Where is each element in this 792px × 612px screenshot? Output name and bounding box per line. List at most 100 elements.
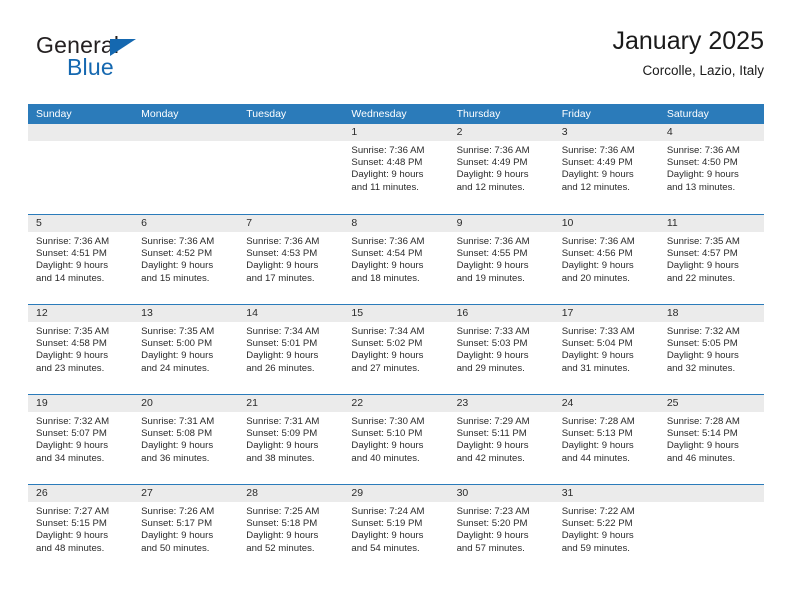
calendar-week-row: 26 Sunrise: 7:27 AM Sunset: 5:15 PM Dayligh… xyxy=(28,484,764,574)
day-details: Sunrise: 7:33 AM Sunset: 5:03 PM Daylight:… xyxy=(449,322,554,375)
day-details: Sunrise: 7:30 AM Sunset: 5:10 PM Daylight:… xyxy=(343,412,448,465)
day-detail-line: Sunset: 4:50 PM xyxy=(666,157,738,169)
day-detail-line: Daylight: 9 hours xyxy=(561,350,634,362)
day-detail-line: Sunrise: 7:30 AM xyxy=(351,416,425,427)
day-detail-line: Daylight: 9 hours xyxy=(561,440,634,452)
day-detail-line: Sunrise: 7:27 AM xyxy=(36,506,110,517)
day-cell-13[interactable]: 13 Sunrise: 7:35 AM Sunset: 5:00 PM Dayligh… xyxy=(133,305,239,394)
day-number: 8 xyxy=(343,215,449,232)
day-cell-6[interactable]: 6 Sunrise: 7:36 AM Sunset: 4:52 PM Daylight… xyxy=(133,215,239,304)
day-details: Sunrise: 7:26 AM Sunset: 5:17 PM Daylight:… xyxy=(133,502,238,555)
day-cell-30[interactable]: 30 Sunrise: 7:23 AM Sunset: 5:20 PM Dayligh… xyxy=(448,485,554,574)
day-number: 25 xyxy=(658,395,764,412)
day-detail-line: and 48 minutes. xyxy=(36,542,105,554)
day-number: 27 xyxy=(133,485,239,502)
day-detail-line: Sunset: 5:15 PM xyxy=(36,518,107,530)
day-detail-line: Daylight: 9 hours xyxy=(351,260,424,272)
day-cell-2[interactable]: 2 Sunrise: 7:36 AM Sunset: 4:49 PM Daylight… xyxy=(448,124,554,214)
day-detail-line: Daylight: 9 hours xyxy=(36,440,108,452)
day-detail-line: Sunrise: 7:35 AM xyxy=(666,236,740,247)
weekday-header-thursday: Thursday xyxy=(456,108,501,120)
day-cell-28[interactable]: 28 Sunrise: 7:25 AM Sunset: 5:18 PM Dayligh… xyxy=(238,485,344,574)
day-detail-line: and 59 minutes. xyxy=(561,542,630,554)
day-details: Sunrise: 7:24 AM Sunset: 5:19 PM Daylight:… xyxy=(343,502,448,555)
day-detail-line: and 36 minutes. xyxy=(141,452,210,464)
day-detail-line: Daylight: 9 hours xyxy=(351,350,424,362)
day-detail-line: Daylight: 9 hours xyxy=(666,260,739,272)
day-cell-empty xyxy=(28,124,134,214)
day-detail-line: Daylight: 9 hours xyxy=(456,260,529,272)
day-cell-8[interactable]: 8 Sunrise: 7:36 AM Sunset: 4:54 PM Daylight… xyxy=(343,215,449,304)
day-cell-21[interactable]: 21 Sunrise: 7:31 AM Sunset: 5:09 PM Dayligh… xyxy=(238,395,344,484)
day-cell-7[interactable]: 7 Sunrise: 7:36 AM Sunset: 4:53 PM Daylight… xyxy=(238,215,344,304)
day-cell-12[interactable]: 12 Sunrise: 7:35 AM Sunset: 4:58 PM Dayligh… xyxy=(28,305,134,394)
day-detail-line: Sunset: 5:22 PM xyxy=(561,518,633,530)
day-details: Sunrise: 7:33 AM Sunset: 5:04 PM Daylight:… xyxy=(554,322,659,375)
day-cell-9[interactable]: 9 Sunrise: 7:36 AM Sunset: 4:55 PM Daylight… xyxy=(448,215,554,304)
day-detail-line: Sunrise: 7:31 AM xyxy=(141,416,215,427)
day-cell-empty xyxy=(238,124,344,214)
day-cell-3[interactable]: 3 Sunrise: 7:36 AM Sunset: 4:49 PM Daylight… xyxy=(553,124,659,214)
day-cell-19[interactable]: 19 Sunrise: 7:32 AM Sunset: 5:07 PM Dayligh… xyxy=(28,395,134,484)
calendar-week-row: 5 Sunrise: 7:36 AM Sunset: 4:51 PM Daylight… xyxy=(28,214,764,304)
day-detail-line: Sunset: 5:03 PM xyxy=(456,338,528,350)
day-detail-line: Daylight: 9 hours xyxy=(36,260,108,272)
day-detail-line: Sunrise: 7:29 AM xyxy=(456,416,530,427)
day-number: 3 xyxy=(553,124,659,141)
day-detail-line: Daylight: 9 hours xyxy=(141,530,214,542)
day-details: Sunrise: 7:34 AM Sunset: 5:01 PM Daylight:… xyxy=(238,322,343,375)
day-detail-line: Sunset: 5:01 PM xyxy=(246,338,318,350)
day-detail-line: Sunrise: 7:26 AM xyxy=(141,506,215,517)
weekday-header-saturday: Saturday xyxy=(666,108,709,120)
day-cell-11[interactable]: 11 Sunrise: 7:35 AM Sunset: 4:57 PM Dayligh… xyxy=(658,215,764,304)
calendar-week-row: 19 Sunrise: 7:32 AM Sunset: 5:07 PM Dayligh… xyxy=(28,394,764,484)
weekday-header-friday: Friday xyxy=(561,108,591,120)
day-detail-line: Daylight: 9 hours xyxy=(246,440,319,452)
day-cell-14[interactable]: 14 Sunrise: 7:34 AM Sunset: 5:01 PM Dayligh… xyxy=(238,305,344,394)
day-detail-line: Daylight: 9 hours xyxy=(351,169,424,181)
day-number: 20 xyxy=(133,395,239,412)
day-cell-15[interactable]: 15 Sunrise: 7:34 AM Sunset: 5:02 PM Dayligh… xyxy=(343,305,449,394)
day-number: 29 xyxy=(343,485,449,502)
day-number: 21 xyxy=(238,395,344,412)
day-cell-5[interactable]: 5 Sunrise: 7:36 AM Sunset: 4:51 PM Daylight… xyxy=(28,215,134,304)
day-cell-10[interactable]: 10 Sunrise: 7:36 AM Sunset: 4:56 PM Dayligh… xyxy=(553,215,659,304)
day-detail-line: Sunset: 4:52 PM xyxy=(141,248,213,260)
day-cell-27[interactable]: 27 Sunrise: 7:26 AM Sunset: 5:17 PM Dayligh… xyxy=(133,485,239,574)
day-cell-16[interactable]: 16 Sunrise: 7:33 AM Sunset: 5:03 PM Dayligh… xyxy=(448,305,554,394)
day-detail-line: Daylight: 9 hours xyxy=(246,350,319,362)
day-number: 7 xyxy=(238,215,344,232)
day-cell-1[interactable]: 1 Sunrise: 7:36 AM Sunset: 4:48 PM Daylight… xyxy=(343,124,449,214)
day-detail-line: Sunrise: 7:34 AM xyxy=(246,326,320,337)
day-cell-17[interactable]: 17 Sunrise: 7:33 AM Sunset: 5:04 PM Dayligh… xyxy=(553,305,659,394)
day-cell-24[interactable]: 24 Sunrise: 7:28 AM Sunset: 5:13 PM Dayligh… xyxy=(553,395,659,484)
day-detail-line: Sunset: 5:07 PM xyxy=(36,428,107,440)
weekday-header-tuesday: Tuesday xyxy=(246,108,287,120)
day-cell-25[interactable]: 25 Sunrise: 7:28 AM Sunset: 5:14 PM Dayligh… xyxy=(658,395,764,484)
day-number: 1 xyxy=(343,124,449,141)
day-detail-line: Sunset: 5:19 PM xyxy=(351,518,423,530)
day-cell-20[interactable]: 20 Sunrise: 7:31 AM Sunset: 5:08 PM Dayligh… xyxy=(133,395,239,484)
day-cell-4[interactable]: 4 Sunrise: 7:36 AM Sunset: 4:50 PM Daylight… xyxy=(658,124,764,214)
day-cell-23[interactable]: 23 Sunrise: 7:29 AM Sunset: 5:11 PM Dayligh… xyxy=(448,395,554,484)
day-number: 17 xyxy=(553,305,659,322)
day-cell-29[interactable]: 29 Sunrise: 7:24 AM Sunset: 5:19 PM Dayligh… xyxy=(343,485,449,574)
day-details: Sunrise: 7:23 AM Sunset: 5:20 PM Daylight:… xyxy=(449,502,554,555)
day-detail-line: Daylight: 9 hours xyxy=(36,350,108,362)
day-details: Sunrise: 7:36 AM Sunset: 4:48 PM Daylight:… xyxy=(343,141,448,194)
day-cell-18[interactable]: 18 Sunrise: 7:32 AM Sunset: 5:05 PM Dayligh… xyxy=(658,305,764,394)
day-detail-line: Sunrise: 7:24 AM xyxy=(351,506,425,517)
day-cell-22[interactable]: 22 Sunrise: 7:30 AM Sunset: 5:10 PM Dayligh… xyxy=(343,395,449,484)
day-detail-line: Daylight: 9 hours xyxy=(351,530,424,542)
day-details xyxy=(238,141,343,145)
day-cell-empty xyxy=(133,124,239,214)
day-detail-line: and 40 minutes. xyxy=(351,452,420,464)
day-cell-26[interactable]: 26 Sunrise: 7:27 AM Sunset: 5:15 PM Dayligh… xyxy=(28,485,134,574)
day-cell-31[interactable]: 31 Sunrise: 7:22 AM Sunset: 5:22 PM Dayligh… xyxy=(553,485,659,574)
day-number: 4 xyxy=(658,124,764,141)
general-blue-logo[interactable]: General Blue xyxy=(36,32,276,88)
day-detail-line: Sunset: 4:49 PM xyxy=(456,157,528,169)
day-details: Sunrise: 7:36 AM Sunset: 4:53 PM Daylight:… xyxy=(238,232,343,285)
calendar-weeks: 1 Sunrise: 7:36 AM Sunset: 4:48 PM Daylight… xyxy=(28,124,764,574)
day-details: Sunrise: 7:27 AM Sunset: 5:15 PM Daylight:… xyxy=(28,502,133,555)
